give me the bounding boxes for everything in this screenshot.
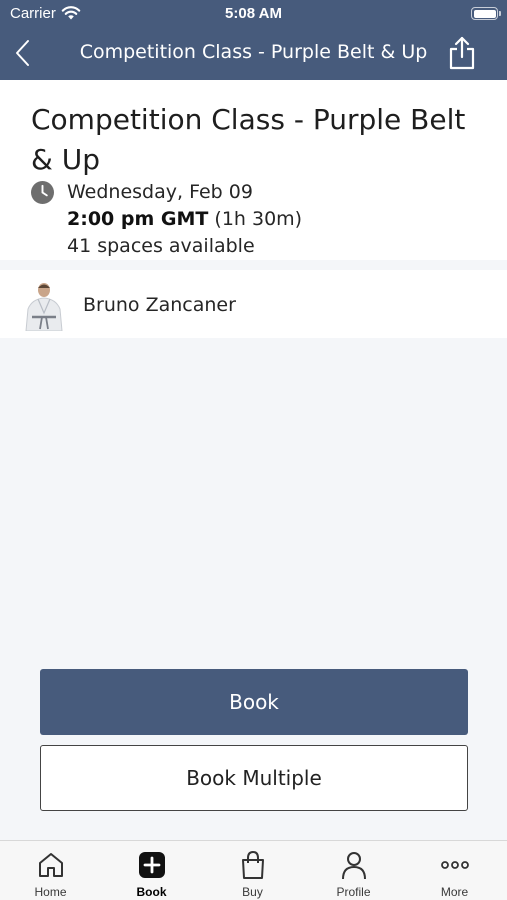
plus-square-icon (138, 852, 165, 878)
class-date: Wednesday, Feb 09 (67, 181, 253, 203)
tab-book-label: Book (136, 885, 167, 899)
tab-more[interactable]: More (404, 841, 505, 900)
instructor-avatar (20, 279, 68, 331)
person-icon (341, 852, 366, 880)
class-time: 2:00 pm GMT (67, 208, 209, 230)
header: Carrier 5:08 AM Competition Class - Purp… (0, 0, 507, 80)
more-dots-icon (440, 861, 469, 869)
share-icon[interactable] (447, 36, 477, 70)
status-time: 5:08 AM (225, 5, 282, 22)
tab-profile[interactable]: Profile (303, 841, 404, 900)
clock-icon (31, 181, 54, 204)
shopping-bag-icon (241, 850, 264, 879)
tab-more-label: More (440, 885, 469, 899)
class-title: Competition Class - Purple Belt & Up (31, 103, 466, 176)
chevron-left-icon[interactable] (12, 38, 36, 68)
home-icon (38, 853, 63, 877)
battery-icon (471, 7, 501, 20)
tab-buy[interactable]: Buy (202, 841, 303, 900)
spaces-available: 41 spaces available (67, 235, 255, 257)
class-info-card: Competition Class - Purple Belt & Up Wed… (0, 80, 507, 260)
instructor-name: Bruno Zancaner (83, 294, 236, 316)
nav-title: Competition Class - Purple Belt & Up (79, 41, 428, 63)
status-bar: Carrier 5:08 AM (0, 0, 507, 28)
tab-home[interactable]: Home (0, 841, 101, 900)
tab-buy-label: Buy (242, 885, 263, 899)
instructor-row[interactable]: Bruno Zancaner (0, 270, 507, 338)
book-multiple-button[interactable]: Book Multiple (40, 745, 468, 811)
book-button[interactable]: Book (40, 669, 468, 735)
class-duration: (1h 30m) (214, 208, 303, 230)
tab-bar: Home Book Buy Profile More (0, 840, 507, 900)
tab-book[interactable]: Book (101, 841, 202, 900)
class-time-row: 2:00 pm GMT (1h 30m) (67, 208, 302, 230)
tab-home-label: Home (34, 885, 67, 899)
tab-profile-label: Profile (336, 885, 371, 899)
